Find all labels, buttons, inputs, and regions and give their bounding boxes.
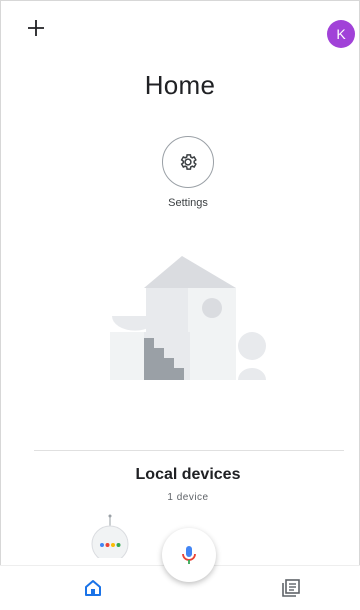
avatar[interactable]: K	[327, 20, 355, 48]
settings-button[interactable]	[162, 136, 214, 188]
home-icon[interactable]	[84, 579, 102, 597]
add-button[interactable]	[26, 18, 46, 38]
local-devices-title: Local devices	[135, 466, 241, 483]
home-illustration	[110, 256, 266, 380]
google-home-mini-icon[interactable]	[88, 514, 132, 558]
feed-icon[interactable]	[282, 579, 300, 597]
gear-icon	[180, 154, 197, 170]
settings-label: Settings	[168, 197, 208, 209]
section-divider	[34, 450, 344, 451]
page-title: Home	[144, 70, 216, 100]
mic-icon	[182, 546, 196, 564]
assistant-mic-button[interactable]	[162, 528, 216, 582]
device-count: 1 device	[167, 492, 209, 503]
plus-icon	[28, 20, 44, 36]
